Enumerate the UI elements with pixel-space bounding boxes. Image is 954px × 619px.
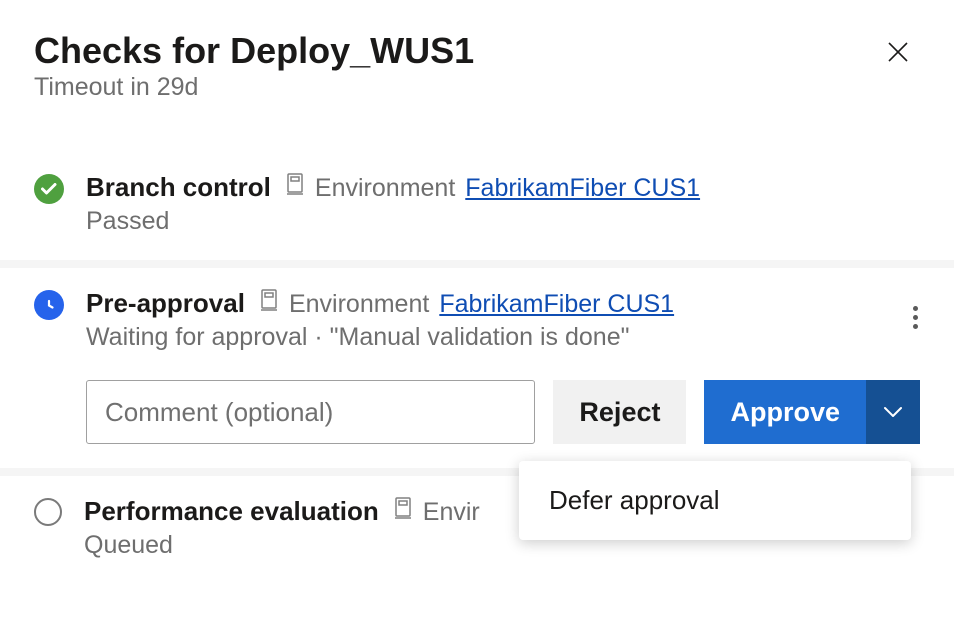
check-item-branch-control: Branch control Environment FabrikamFiber… — [0, 152, 954, 260]
divider — [0, 260, 954, 268]
approve-button[interactable]: Approve — [704, 380, 866, 444]
close-icon — [886, 40, 910, 64]
page-title: Checks for Deploy_WUS1 — [34, 30, 474, 71]
check-status-text: Waiting for approval · "Manual validatio… — [86, 323, 920, 352]
environment-label: Environment — [315, 174, 455, 203]
reject-button[interactable]: Reject — [553, 380, 686, 444]
environment-label: Envir — [423, 498, 480, 527]
server-icon — [259, 288, 279, 319]
server-icon — [285, 172, 305, 203]
check-item-pre-approval: Pre-approval Environment FabrikamFiber C… — [0, 268, 954, 468]
check-status-text: Passed — [86, 207, 920, 236]
check-name: Pre-approval — [86, 288, 245, 319]
approve-split-button: Approve — [704, 380, 920, 444]
check-name: Branch control — [86, 172, 271, 203]
chevron-down-icon — [883, 406, 903, 418]
panel-header: Checks for Deploy_WUS1 Timeout in 29d — [0, 0, 954, 102]
close-button[interactable] — [876, 30, 920, 78]
status-passed-icon — [34, 174, 64, 204]
timeout-text: Timeout in 29d — [34, 73, 474, 102]
overflow-menu-button[interactable] — [905, 298, 926, 337]
environment-link[interactable]: FabrikamFiber CUS1 — [465, 174, 700, 203]
approve-dropdown-menu: Defer approval — [519, 461, 911, 540]
checks-panel: Checks for Deploy_WUS1 Timeout in 29d Br… — [0, 0, 954, 619]
environment-label: Environment — [289, 290, 429, 319]
environment-link[interactable]: FabrikamFiber CUS1 — [439, 290, 674, 319]
server-icon — [393, 496, 413, 527]
approve-dropdown-button[interactable] — [866, 380, 920, 444]
check-name: Performance evaluation — [84, 496, 379, 527]
status-queued-icon — [34, 498, 62, 526]
defer-approval-item[interactable]: Defer approval — [519, 469, 911, 532]
comment-input[interactable] — [86, 380, 535, 444]
status-waiting-icon — [34, 290, 64, 320]
